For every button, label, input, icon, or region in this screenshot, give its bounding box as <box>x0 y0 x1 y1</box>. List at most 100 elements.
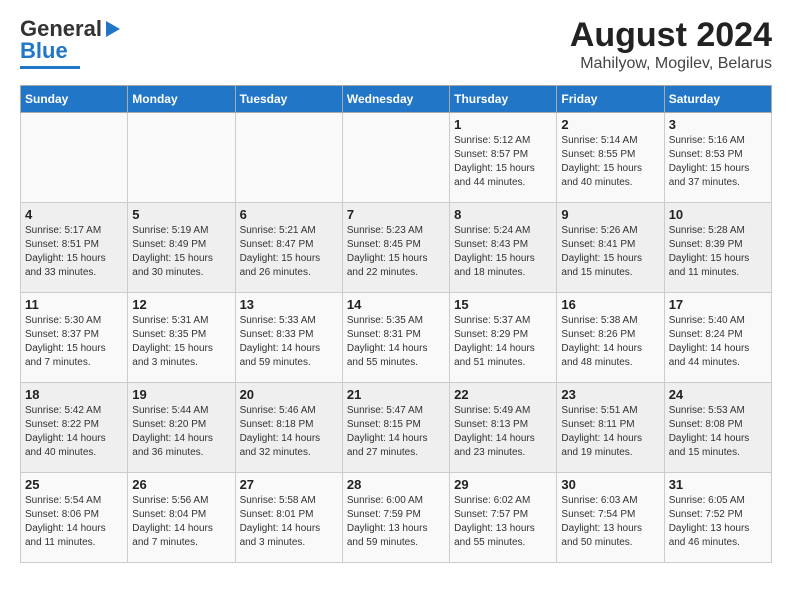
day-number: 11 <box>25 297 123 312</box>
day-info: Sunrise: 5:33 AM Sunset: 8:33 PM Dayligh… <box>240 314 338 370</box>
day-info: Sunrise: 6:02 AM Sunset: 7:57 PM Dayligh… <box>454 494 552 550</box>
day-number: 18 <box>25 387 123 402</box>
day-number: 6 <box>240 207 338 222</box>
calendar-cell: 14 Sunrise: 5:35 AM Sunset: 8:31 PM Dayli… <box>342 293 449 383</box>
calendar-cell: 3Sunrise: 5:16 AM Sunset: 8:53 PM Daylig… <box>664 113 771 203</box>
day-info: Sunrise: 5:58 AM Sunset: 8:01 PM Dayligh… <box>240 494 338 550</box>
col-wednesday: Wednesday <box>342 86 449 113</box>
day-info: Sunrise: 5:17 AM Sunset: 8:51 PM Dayligh… <box>25 224 123 280</box>
logo-blue-text: Blue <box>20 38 68 64</box>
calendar-cell: 31 Sunrise: 6:05 AM Sunset: 7:52 PM Dayli… <box>664 473 771 563</box>
calendar-cell: 10 Sunrise: 5:28 AM Sunset: 8:39 PM Dayli… <box>664 203 771 293</box>
logo-arrow-icon <box>106 21 120 37</box>
calendar-cell: 19 Sunrise: 5:44 AM Sunset: 8:20 PM Dayli… <box>128 383 235 473</box>
calendar-cell: 29Sunrise: 6:02 AM Sunset: 7:57 PM Dayli… <box>450 473 557 563</box>
calendar-cell: 8 Sunrise: 5:24 AM Sunset: 8:43 PM Daylig… <box>450 203 557 293</box>
calendar-cell: 30 Sunrise: 6:03 AM Sunset: 7:54 PM Dayli… <box>557 473 664 563</box>
calendar-cell: 17 Sunrise: 5:40 AM Sunset: 8:24 PM Dayli… <box>664 293 771 383</box>
day-info: Sunrise: 5:16 AM Sunset: 8:53 PM Dayligh… <box>669 134 767 190</box>
day-number: 28 <box>347 477 445 492</box>
calendar-week-row: 18 Sunrise: 5:42 AM Sunset: 8:22 PM Dayli… <box>21 383 772 473</box>
calendar-cell <box>128 113 235 203</box>
day-info: Sunrise: 5:35 AM Sunset: 8:31 PM Dayligh… <box>347 314 445 370</box>
day-number: 4 <box>25 207 123 222</box>
day-number: 14 <box>347 297 445 312</box>
calendar-cell: 13 Sunrise: 5:33 AM Sunset: 8:33 PM Dayli… <box>235 293 342 383</box>
day-info: Sunrise: 5:56 AM Sunset: 8:04 PM Dayligh… <box>132 494 230 550</box>
day-number: 19 <box>132 387 230 402</box>
logo-underline <box>20 66 80 69</box>
calendar-cell: 7 Sunrise: 5:23 AM Sunset: 8:45 PM Daylig… <box>342 203 449 293</box>
calendar-cell: 18 Sunrise: 5:42 AM Sunset: 8:22 PM Dayli… <box>21 383 128 473</box>
page-subtitle: Mahilyow, Mogilev, Belarus <box>570 55 772 73</box>
calendar-cell: 9 Sunrise: 5:26 AM Sunset: 8:41 PM Daylig… <box>557 203 664 293</box>
day-number: 2 <box>561 117 659 132</box>
day-number: 30 <box>561 477 659 492</box>
day-info: Sunrise: 5:28 AM Sunset: 8:39 PM Dayligh… <box>669 224 767 280</box>
calendar-cell: 27Sunrise: 5:58 AM Sunset: 8:01 PM Dayli… <box>235 473 342 563</box>
calendar-week-row: 1 Sunrise: 5:12 AM Sunset: 8:57 PM Daylig… <box>21 113 772 203</box>
day-info: Sunrise: 5:24 AM Sunset: 8:43 PM Dayligh… <box>454 224 552 280</box>
col-saturday: Saturday <box>664 86 771 113</box>
calendar-week-row: 25 Sunrise: 5:54 AM Sunset: 8:06 PM Dayli… <box>21 473 772 563</box>
day-info: Sunrise: 6:03 AM Sunset: 7:54 PM Dayligh… <box>561 494 659 550</box>
day-info: Sunrise: 5:26 AM Sunset: 8:41 PM Dayligh… <box>561 224 659 280</box>
col-thursday: Thursday <box>450 86 557 113</box>
calendar-cell: 21 Sunrise: 5:47 AM Sunset: 8:15 PM Dayli… <box>342 383 449 473</box>
page-title: August 2024 <box>570 16 772 55</box>
calendar-cell <box>342 113 449 203</box>
day-number: 21 <box>347 387 445 402</box>
day-info: Sunrise: 5:12 AM Sunset: 8:57 PM Dayligh… <box>454 134 552 190</box>
day-number: 16 <box>561 297 659 312</box>
col-monday: Monday <box>128 86 235 113</box>
day-info: Sunrise: 5:19 AM Sunset: 8:49 PM Dayligh… <box>132 224 230 280</box>
day-number: 12 <box>132 297 230 312</box>
col-sunday: Sunday <box>21 86 128 113</box>
calendar-cell: 6Sunrise: 5:21 AM Sunset: 8:47 PM Daylig… <box>235 203 342 293</box>
day-info: Sunrise: 5:30 AM Sunset: 8:37 PM Dayligh… <box>25 314 123 370</box>
day-info: Sunrise: 5:49 AM Sunset: 8:13 PM Dayligh… <box>454 404 552 460</box>
calendar-cell: 11 Sunrise: 5:30 AM Sunset: 8:37 PM Dayli… <box>21 293 128 383</box>
calendar-cell: 5 Sunrise: 5:19 AM Sunset: 8:49 PM Daylig… <box>128 203 235 293</box>
day-number: 20 <box>240 387 338 402</box>
title-block: August 2024 Mahilyow, Mogilev, Belarus <box>570 16 772 73</box>
calendar-table: Sunday Monday Tuesday Wednesday Thursday… <box>20 85 772 563</box>
day-number: 10 <box>669 207 767 222</box>
day-number: 5 <box>132 207 230 222</box>
day-info: Sunrise: 5:37 AM Sunset: 8:29 PM Dayligh… <box>454 314 552 370</box>
calendar-cell: 20Sunrise: 5:46 AM Sunset: 8:18 PM Dayli… <box>235 383 342 473</box>
day-number: 1 <box>454 117 552 132</box>
day-number: 9 <box>561 207 659 222</box>
day-info: Sunrise: 5:53 AM Sunset: 8:08 PM Dayligh… <box>669 404 767 460</box>
day-number: 25 <box>25 477 123 492</box>
calendar-cell <box>235 113 342 203</box>
day-info: Sunrise: 5:42 AM Sunset: 8:22 PM Dayligh… <box>25 404 123 460</box>
day-info: Sunrise: 5:40 AM Sunset: 8:24 PM Dayligh… <box>669 314 767 370</box>
day-number: 22 <box>454 387 552 402</box>
calendar-header-row: Sunday Monday Tuesday Wednesday Thursday… <box>21 86 772 113</box>
logo: General Blue <box>20 16 120 69</box>
day-number: 7 <box>347 207 445 222</box>
day-info: Sunrise: 5:47 AM Sunset: 8:15 PM Dayligh… <box>347 404 445 460</box>
day-info: Sunrise: 5:23 AM Sunset: 8:45 PM Dayligh… <box>347 224 445 280</box>
day-number: 24 <box>669 387 767 402</box>
day-info: Sunrise: 5:14 AM Sunset: 8:55 PM Dayligh… <box>561 134 659 190</box>
calendar-cell: 25 Sunrise: 5:54 AM Sunset: 8:06 PM Dayli… <box>21 473 128 563</box>
calendar-week-row: 11 Sunrise: 5:30 AM Sunset: 8:37 PM Dayli… <box>21 293 772 383</box>
calendar-cell: 16Sunrise: 5:38 AM Sunset: 8:26 PM Dayli… <box>557 293 664 383</box>
day-info: Sunrise: 6:00 AM Sunset: 7:59 PM Dayligh… <box>347 494 445 550</box>
col-friday: Friday <box>557 86 664 113</box>
calendar-cell: 22 Sunrise: 5:49 AM Sunset: 8:13 PM Dayli… <box>450 383 557 473</box>
day-info: Sunrise: 5:54 AM Sunset: 8:06 PM Dayligh… <box>25 494 123 550</box>
day-number: 15 <box>454 297 552 312</box>
day-number: 8 <box>454 207 552 222</box>
day-info: Sunrise: 5:44 AM Sunset: 8:20 PM Dayligh… <box>132 404 230 460</box>
day-number: 13 <box>240 297 338 312</box>
calendar-cell: 28 Sunrise: 6:00 AM Sunset: 7:59 PM Dayli… <box>342 473 449 563</box>
calendar-cell: 2 Sunrise: 5:14 AM Sunset: 8:55 PM Daylig… <box>557 113 664 203</box>
day-info: Sunrise: 6:05 AM Sunset: 7:52 PM Dayligh… <box>669 494 767 550</box>
calendar-cell: 26Sunrise: 5:56 AM Sunset: 8:04 PM Dayli… <box>128 473 235 563</box>
day-number: 17 <box>669 297 767 312</box>
page-container: General Blue August 2024 Mahilyow, Mogil… <box>0 0 792 583</box>
day-number: 31 <box>669 477 767 492</box>
